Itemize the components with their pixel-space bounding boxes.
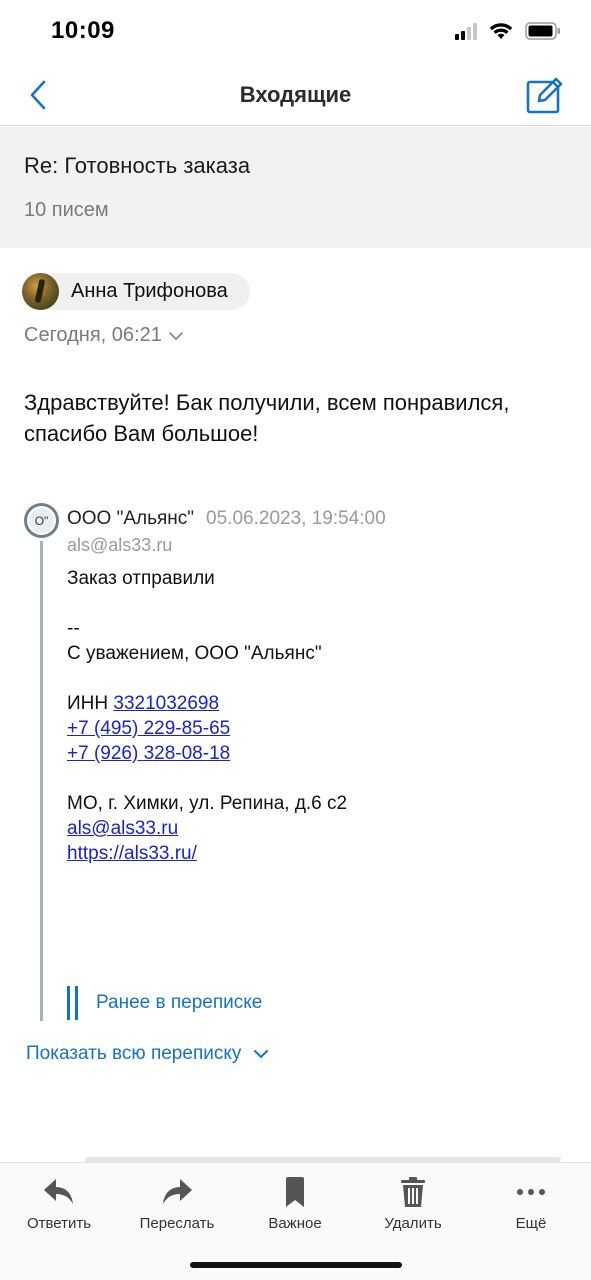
status-time: 10:09 xyxy=(51,17,115,44)
quoted-header: ООО "Альянс" 05.06.2023, 19:54:00 xyxy=(67,508,386,530)
compose-icon xyxy=(526,77,563,114)
quoted-body: Заказ отправили -- С уважением, ООО "Аль… xyxy=(67,566,347,866)
thread-header: Re: Готовность заказа 10 писем xyxy=(0,127,591,248)
forward-icon xyxy=(163,1179,192,1204)
signature-dash: -- xyxy=(67,618,80,639)
signature-regards: С уважением, ООО "Альянс" xyxy=(67,643,322,664)
home-indicator xyxy=(190,1262,402,1268)
phone-link-2[interactable]: +7 (926) 328-08-18 xyxy=(67,743,230,764)
quoted-email: als@als33.ru xyxy=(67,535,173,555)
quoted-avatar-initials: О" xyxy=(27,506,56,535)
nav-bar: Входящие xyxy=(0,64,591,126)
quote-line xyxy=(40,541,43,1021)
address: МО, г. Химки, ул. Репина, д.6 с2 xyxy=(67,793,348,814)
quoted-line: Заказ отправили xyxy=(67,568,215,589)
forward-button[interactable]: Переслать xyxy=(122,1175,232,1232)
quoted-sender: ООО "Альянс" xyxy=(67,508,195,529)
thread-subject: Re: Готовность заказа xyxy=(24,153,251,178)
message-body-line: Здравствуйте! Бак получили, всем понрави… xyxy=(24,390,510,415)
site-link[interactable]: https://als33.ru/ xyxy=(67,843,197,864)
signal-icon xyxy=(455,22,477,40)
bookmark-icon xyxy=(286,1177,304,1207)
sender-name: Анна Трифонова xyxy=(71,280,228,302)
message-body-line: спасибо Вам большое! xyxy=(24,421,259,446)
reply-icon xyxy=(44,1179,73,1204)
delete-label: Удалить xyxy=(384,1215,442,1232)
show-all-thread-button[interactable]: Показать всю переписку xyxy=(26,1043,269,1065)
delete-button[interactable]: Удалить xyxy=(358,1175,468,1232)
important-button[interactable]: Важное xyxy=(240,1175,350,1232)
show-all-label: Показать всю переписку xyxy=(26,1043,242,1064)
phone-link-1[interactable]: +7 (495) 229-85-65 xyxy=(67,718,230,739)
sender-chip[interactable]: Анна Трифонова xyxy=(22,273,250,310)
wifi-icon xyxy=(489,23,513,39)
chevron-down-icon xyxy=(254,1050,269,1059)
email-link[interactable]: als@als33.ru xyxy=(67,818,178,839)
important-label: Важное xyxy=(268,1215,322,1232)
more-button[interactable]: Ещё xyxy=(476,1175,586,1232)
reply-label: Ответить xyxy=(26,1215,92,1232)
avatar xyxy=(22,273,59,310)
status-bar: 10:09 xyxy=(0,0,591,64)
page-title: Входящие xyxy=(239,82,352,107)
message-body: Здравствуйте! Бак получили, всем понрави… xyxy=(24,387,569,449)
more-icon xyxy=(517,1189,545,1195)
more-label: Ещё xyxy=(515,1215,547,1232)
message-date: Сегодня, 06:21 xyxy=(24,324,162,346)
trash-icon xyxy=(401,1177,425,1207)
quoted-avatar: О" xyxy=(24,503,59,538)
forward-label: Переслать xyxy=(139,1215,215,1232)
earlier-label: Ранее в переписке xyxy=(96,992,263,1013)
inn-row: ИНН 3321032698 xyxy=(67,691,347,716)
earlier-in-thread-button[interactable]: Ранее в переписке xyxy=(67,986,262,1020)
message-date-toggle[interactable]: Сегодня, 06:21 xyxy=(24,324,184,347)
thread-count: 10 писем xyxy=(24,199,109,221)
thread-bars-icon xyxy=(67,986,78,1020)
inn-label: ИНН xyxy=(67,693,114,714)
inn-link[interactable]: 3321032698 xyxy=(113,693,219,714)
compose-button[interactable] xyxy=(525,75,565,115)
status-icons xyxy=(455,22,561,40)
chevron-down-icon xyxy=(168,331,183,340)
reply-button[interactable]: Ответить xyxy=(4,1175,114,1232)
battery-icon xyxy=(525,22,560,40)
quoted-date: 05.06.2023, 19:54:00 xyxy=(206,508,386,529)
